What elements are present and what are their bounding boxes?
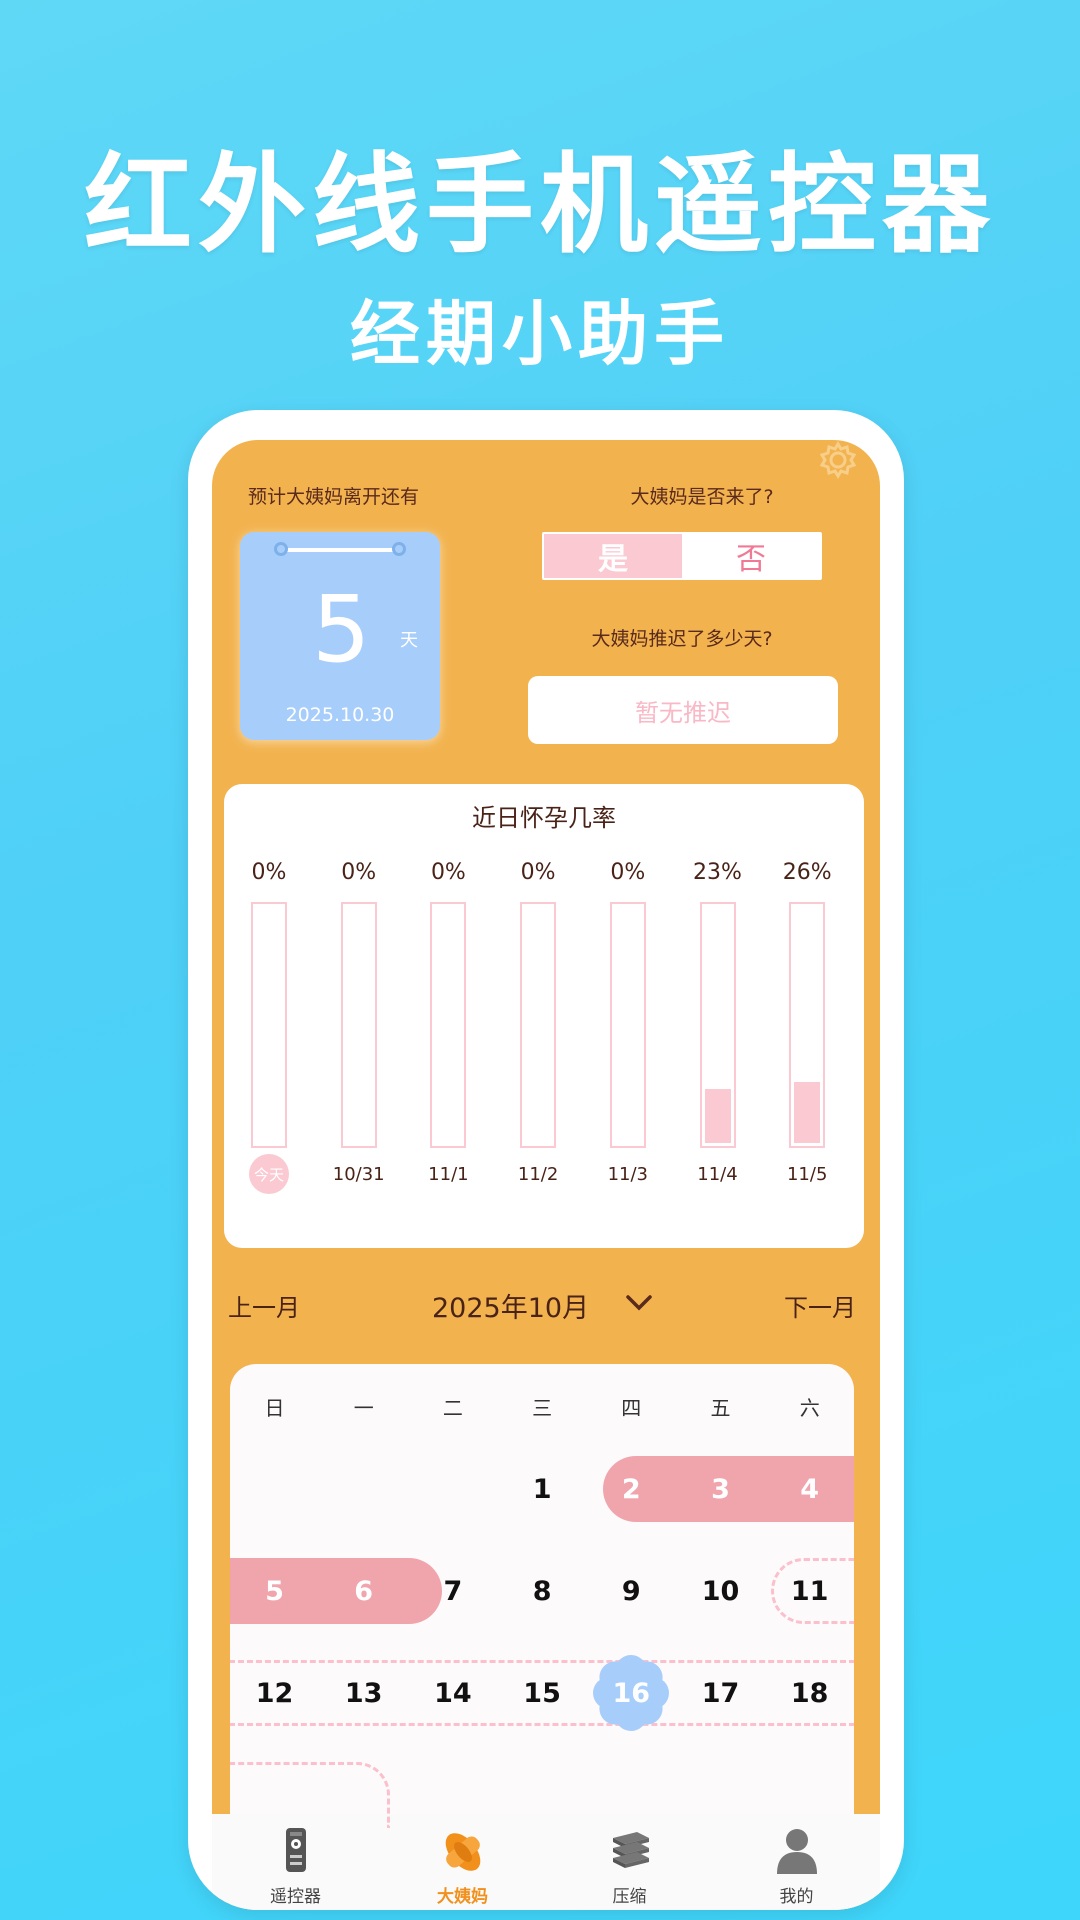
calendar-day[interactable]: 3 <box>676 1456 765 1522</box>
month-navigation: 上一月 2025年10月 下一月 <box>212 1280 880 1330</box>
probability-bars: 0% 今天 0% 10/31 0% 11/1 0% 11/2 0% 11/3 23% 11/4 26% 1… <box>224 784 864 1248</box>
calendar-day[interactable]: 11 <box>765 1558 854 1624</box>
weekday-header: 一 <box>353 1396 374 1420</box>
tab-label: 压缩 <box>612 1887 647 1907</box>
came-yes-button[interactable]: 是 <box>544 534 682 578</box>
prev-month-button[interactable]: 上一月 <box>228 1288 300 1323</box>
calendar-ring-bar <box>280 548 400 552</box>
probability-bar-track <box>609 902 646 1148</box>
tab-label: 遥控器 <box>270 1887 321 1907</box>
probability-bar-track <box>430 902 467 1148</box>
calendar-day[interactable]: 2 <box>587 1456 676 1522</box>
calendar-ring-left <box>274 542 288 556</box>
calendar-day[interactable]: 9 <box>587 1558 676 1624</box>
end-date: 2025.10.30 <box>285 704 395 726</box>
probability-bar-fill <box>794 1081 821 1143</box>
calendar-day[interactable]: 4 <box>765 1456 854 1522</box>
calendar-day[interactable]: 17 <box>676 1660 765 1726</box>
today-badge: 今天 <box>249 1154 289 1194</box>
promo-subtitle: 经期小助手 <box>350 293 730 375</box>
probability-percent: 0% <box>341 860 377 885</box>
fertile-range-band <box>230 1762 390 1828</box>
calendar-day[interactable]: 12 <box>230 1660 319 1726</box>
promo-title: 红外线手机遥控器 <box>83 143 996 268</box>
bottom-tab-bar: 遥控器 大姨妈 压缩 我的 <box>212 1814 880 1910</box>
tab-label: 大姨妈 <box>437 1887 488 1907</box>
pregnancy-probability-card: 近日怀孕几率 0% 今天 0% 10/31 0% 11/1 0% 11/2 0% 11/3 23% 1… <box>224 784 864 1248</box>
weekday-header: 三 <box>532 1396 553 1420</box>
probability-percent: 23% <box>693 860 742 885</box>
app-screen: 预计大姨妈离开还有 大姨妈是否来了? 5 天 2025.10.30 是 否 大姨… <box>212 440 880 1910</box>
probability-date: 10/31 <box>332 1164 385 1185</box>
user-icon <box>774 1824 820 1880</box>
compress-icon <box>607 1824 653 1880</box>
calendar-ring-right <box>392 542 406 556</box>
probability-day-column: 0% 10/31 <box>314 860 404 1190</box>
probability-bar-track <box>340 902 377 1148</box>
probability-percent: 0% <box>610 860 646 885</box>
tab-label: 我的 <box>779 1887 814 1907</box>
calendar-day[interactable]: 8 <box>498 1558 587 1624</box>
tab-user[interactable]: 我的 <box>713 1814 880 1910</box>
probability-bar-fill <box>704 1088 731 1143</box>
came-question: 大姨妈是否来了? <box>630 486 774 508</box>
probability-date: 11/3 <box>607 1164 648 1185</box>
next-month-button[interactable]: 下一月 <box>784 1288 856 1323</box>
probability-bar-track <box>251 902 287 1148</box>
tab-remote[interactable]: 遥控器 <box>212 1814 379 1910</box>
chevron-down-icon[interactable] <box>624 1290 654 1316</box>
calendar-day[interactable]: 13 <box>319 1660 408 1726</box>
came-toggle: 是 否 <box>542 532 822 580</box>
probability-bar-track <box>520 902 557 1148</box>
weekday-header: 六 <box>799 1396 820 1420</box>
remote-icon <box>273 1824 319 1880</box>
probability-day-column: 26% 11/5 <box>762 860 852 1190</box>
probability-percent: 0% <box>251 860 287 885</box>
probability-day-column: 0% 11/3 <box>583 860 673 1190</box>
calendar-day[interactable]: 10 <box>676 1558 765 1624</box>
probability-day-column: 0% 11/2 <box>493 860 583 1190</box>
tab-compress[interactable]: 压缩 <box>546 1814 713 1910</box>
came-no-button[interactable]: 否 <box>682 534 820 578</box>
probability-bar-track <box>789 902 826 1148</box>
probability-percent: 0% <box>430 860 466 885</box>
days-remaining-card: 5 天 2025.10.30 <box>240 532 440 740</box>
calendar-day[interactable]: 7 <box>408 1558 497 1624</box>
probability-date: 11/1 <box>428 1164 469 1185</box>
probability-bar-track <box>699 902 736 1148</box>
probability-date: 11/5 <box>786 1164 828 1185</box>
calendar-day[interactable]: 14 <box>408 1660 497 1726</box>
probability-day-column: 0% 今天 <box>224 860 314 1194</box>
pad-icon <box>440 1824 486 1880</box>
days-value: 5 <box>312 576 371 683</box>
current-month[interactable]: 2025年10月 <box>432 1286 589 1325</box>
gear-icon[interactable] <box>816 440 860 482</box>
probability-percent: 0% <box>520 860 556 885</box>
probability-date: 11/4 <box>697 1164 738 1185</box>
phone-frame: 预计大姨妈离开还有 大姨妈是否来了? 5 天 2025.10.30 是 否 大姨… <box>188 410 904 1910</box>
delay-question: 大姨妈推迟了多少天? <box>591 628 773 650</box>
calendar-day[interactable]: 6 <box>319 1558 408 1624</box>
tab-pad[interactable]: 大姨妈 <box>379 1814 546 1910</box>
probability-percent: 26% <box>782 860 832 885</box>
delay-field[interactable]: 暂无推迟 <box>528 676 838 744</box>
probability-day-column: 23% 11/4 <box>673 860 763 1190</box>
weekday-header: 五 <box>710 1396 731 1420</box>
weekday-header: 日 <box>264 1396 285 1420</box>
probability-day-column: 0% 11/1 <box>403 860 493 1190</box>
calendar-day[interactable]: 5 <box>230 1558 319 1624</box>
calendar-day[interactable]: 15 <box>498 1660 587 1726</box>
calendar-day[interactable]: 16 <box>587 1660 676 1726</box>
probability-date: 11/2 <box>517 1164 559 1185</box>
weekday-header: 二 <box>442 1396 463 1420</box>
days-unit: 天 <box>400 630 418 651</box>
countdown-label: 预计大姨妈离开还有 <box>248 486 420 508</box>
calendar-day[interactable]: 1 <box>498 1456 587 1522</box>
calendar-day[interactable]: 18 <box>765 1660 854 1726</box>
weekday-header: 四 <box>621 1396 642 1420</box>
